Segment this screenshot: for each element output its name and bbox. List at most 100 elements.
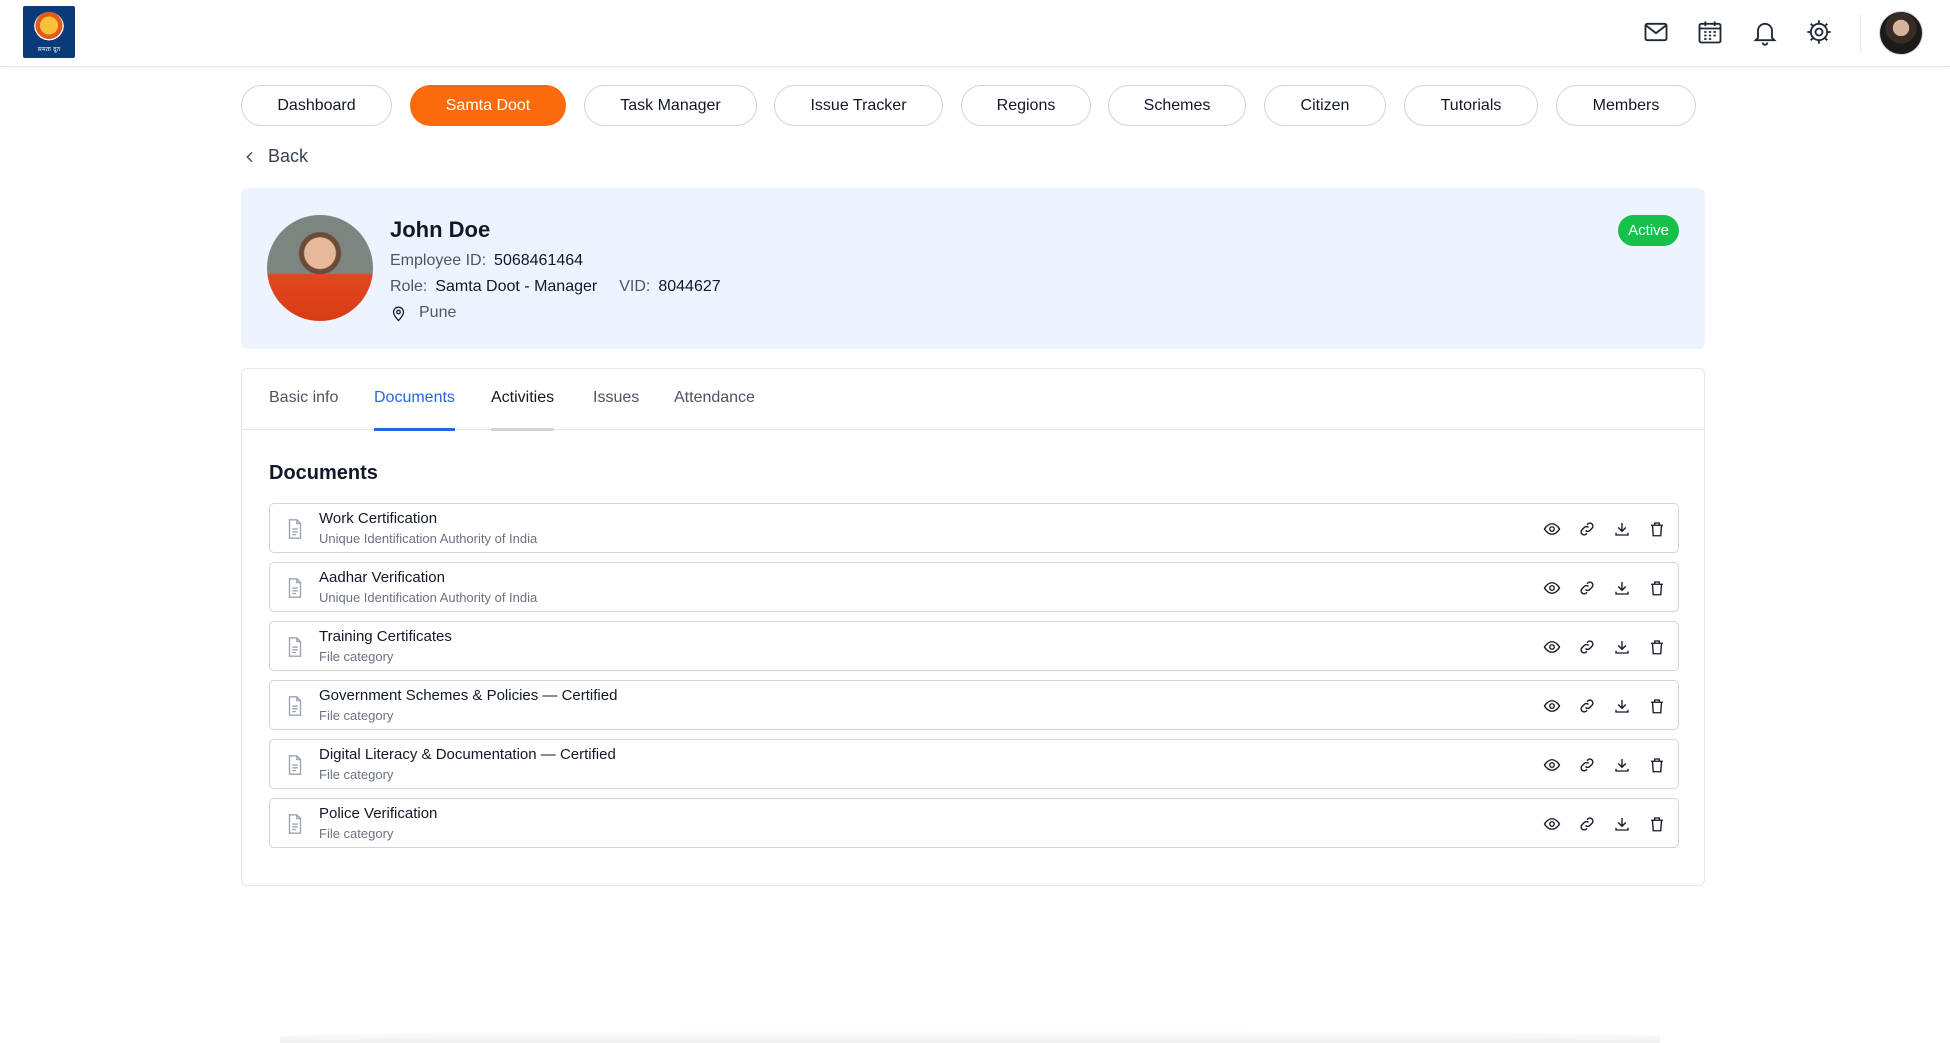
app-logo[interactable]: समता दूत [23, 6, 75, 58]
vid-value: 8044627 [658, 278, 721, 295]
link-icon[interactable] [1576, 754, 1598, 776]
document-actions [1541, 577, 1668, 599]
profile-name: John Doe [390, 217, 491, 242]
employee-id-row: Employee ID: 5068461464 [390, 252, 583, 270]
eye-icon[interactable] [1541, 754, 1563, 776]
file-icon [288, 814, 302, 834]
document-row[interactable]: Government Schemes & Policies — Certifie… [269, 680, 1679, 730]
document-subtitle: File category [319, 708, 394, 723]
tab-issues[interactable]: Issues [593, 389, 639, 430]
tab-bar: Basic info Documents Activities Issues A… [242, 369, 1704, 431]
trash-icon[interactable] [1646, 695, 1668, 717]
document-row[interactable]: Training Certificates File category [269, 621, 1679, 671]
trash-icon[interactable] [1646, 754, 1668, 776]
role-value: Samta Doot - Manager [435, 278, 598, 295]
mail-icon[interactable] [1640, 16, 1672, 48]
back-label: Back [268, 146, 309, 166]
nav-schemes[interactable]: Schemes [1108, 85, 1246, 126]
document-subtitle: File category [319, 767, 394, 782]
nav-tutorials[interactable]: Tutorials [1404, 85, 1538, 126]
document-row[interactable]: Digital Literacy & Documentation — Certi… [269, 739, 1679, 789]
download-icon[interactable] [1611, 577, 1633, 599]
link-icon[interactable] [1576, 695, 1598, 717]
eye-icon[interactable] [1541, 813, 1563, 835]
nav-regions[interactable]: Regions [961, 85, 1091, 126]
location-pin-icon [392, 306, 405, 321]
document-actions [1541, 636, 1668, 658]
file-icon [288, 755, 302, 775]
document-title: Aadhar Verification [319, 569, 445, 586]
settings-icon[interactable] [1803, 16, 1835, 48]
profile-photo [267, 215, 373, 321]
eye-icon[interactable] [1541, 518, 1563, 540]
document-subtitle: Unique Identification Authority of India [319, 590, 538, 605]
bottom-shadow [280, 1030, 1660, 1043]
sun-emblem-icon [34, 11, 64, 42]
nav-dashboard[interactable]: Dashboard [241, 85, 392, 126]
document-row[interactable]: Aadhar Verification Unique Identificatio… [269, 562, 1679, 612]
trash-icon[interactable] [1646, 813, 1668, 835]
link-icon[interactable] [1576, 518, 1598, 540]
back-button[interactable]: Back [242, 146, 308, 167]
document-subtitle: File category [319, 649, 394, 664]
employee-id-label: Employee ID: [390, 252, 487, 269]
trash-icon[interactable] [1646, 577, 1668, 599]
calendar-icon[interactable] [1694, 16, 1726, 48]
nav-citizen[interactable]: Citizen [1264, 85, 1386, 126]
document-actions [1541, 813, 1668, 835]
tab-basic-info[interactable]: Basic info [269, 389, 338, 430]
document-actions [1541, 518, 1668, 540]
profile-card: John Doe Employee ID: 5068461464 Role: S… [241, 188, 1705, 349]
link-icon[interactable] [1576, 577, 1598, 599]
location-row: Pune [390, 304, 456, 322]
chevron-left-icon [246, 151, 253, 162]
download-icon[interactable] [1611, 518, 1633, 540]
document-subtitle: Unique Identification Authority of India [319, 531, 538, 546]
document-title: Digital Literacy & Documentation — Certi… [319, 746, 616, 763]
status-badge: Active [1618, 215, 1679, 246]
top-header: समता दूत [0, 0, 1950, 67]
document-row[interactable]: Work Certification Unique Identification… [269, 503, 1679, 553]
role-label: Role: [390, 278, 428, 295]
link-icon[interactable] [1576, 636, 1598, 658]
document-row[interactable]: Police Verification File category [269, 798, 1679, 848]
nav-members[interactable]: Members [1556, 85, 1696, 126]
download-icon[interactable] [1611, 636, 1633, 658]
nav-issue-tracker[interactable]: Issue Tracker [774, 85, 943, 126]
download-icon[interactable] [1611, 813, 1633, 835]
documents-heading: Documents [269, 462, 378, 484]
header-divider [1860, 14, 1861, 52]
role-row: Role: Samta Doot - Manager VID: 8044627 [390, 278, 721, 296]
eye-icon[interactable] [1541, 695, 1563, 717]
main-nav: Dashboard Samta Doot Task Manager Issue … [0, 85, 1950, 126]
document-subtitle: File category [319, 826, 394, 841]
document-title: Police Verification [319, 805, 438, 822]
location-value: Pune [419, 304, 457, 321]
download-icon[interactable] [1611, 695, 1633, 717]
eye-icon[interactable] [1541, 577, 1563, 599]
vid-label: VID: [619, 278, 651, 295]
bell-icon[interactable] [1749, 16, 1781, 48]
trash-icon[interactable] [1646, 518, 1668, 540]
tab-documents[interactable]: Documents [374, 389, 455, 431]
nav-task-manager[interactable]: Task Manager [584, 85, 757, 126]
eye-icon[interactable] [1541, 636, 1563, 658]
tab-attendance[interactable]: Attendance [674, 389, 755, 430]
document-title: Work Certification [319, 510, 438, 527]
trash-icon[interactable] [1646, 636, 1668, 658]
details-panel: Basic info Documents Activities Issues A… [241, 368, 1705, 886]
document-title: Government Schemes & Policies — Certifie… [319, 687, 618, 704]
nav-samta-doot[interactable]: Samta Doot [410, 85, 566, 126]
file-icon [288, 578, 302, 598]
link-icon[interactable] [1576, 813, 1598, 835]
document-actions [1541, 754, 1668, 776]
logo-text: समता दूत [37, 46, 61, 53]
download-icon[interactable] [1611, 754, 1633, 776]
document-title: Training Certificates [319, 628, 452, 645]
user-avatar[interactable] [1879, 11, 1923, 55]
tab-activities[interactable]: Activities [491, 389, 555, 431]
file-icon [288, 519, 302, 539]
employee-id-value: 5068461464 [494, 252, 584, 269]
file-icon [288, 696, 302, 716]
document-actions [1541, 695, 1668, 717]
